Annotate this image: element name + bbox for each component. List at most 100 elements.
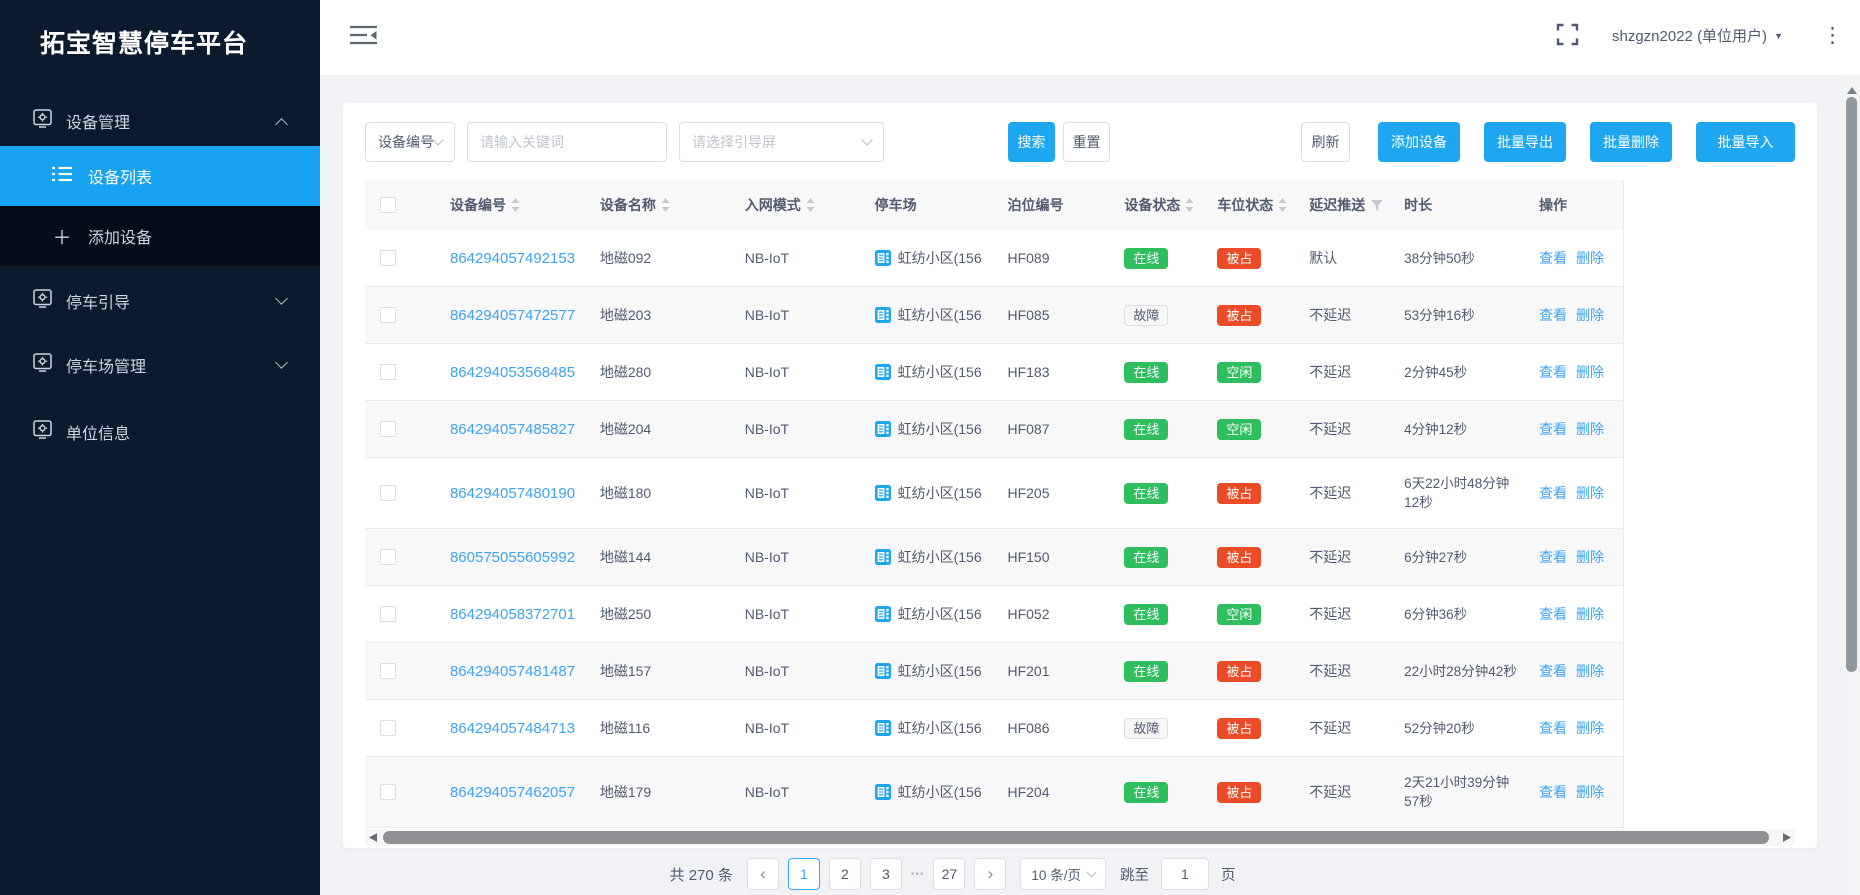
device-no-link[interactable]: 864294057481487: [450, 663, 575, 680]
sort-icon[interactable]: [511, 198, 520, 212]
pager-next-button[interactable]: ›: [974, 858, 1006, 890]
row-checkbox[interactable]: [380, 720, 396, 736]
row-checkbox[interactable]: [380, 485, 396, 501]
view-link[interactable]: 查看: [1539, 419, 1567, 439]
table-row: 860575055605992地磁144NB-IoT虹纺小区(156HF150在…: [365, 529, 1623, 586]
batch-export-button[interactable]: 批量导出: [1484, 122, 1566, 162]
sort-icon[interactable]: [1278, 198, 1287, 212]
parking-screen-icon: [875, 364, 891, 380]
device-no-link[interactable]: 864294053568485: [450, 364, 575, 381]
scroll-up-icon[interactable]: [1847, 82, 1857, 94]
sidebar-item-add-device[interactable]: ＋ 添加设备: [0, 206, 320, 266]
view-link[interactable]: 查看: [1539, 782, 1567, 802]
col-device-name[interactable]: 设备名称: [590, 195, 730, 215]
delete-link[interactable]: 删除: [1576, 782, 1604, 802]
add-device-button[interactable]: 添加设备: [1378, 122, 1460, 162]
user-menu[interactable]: shzgzn2022 (单位用户) ▼: [1612, 25, 1783, 46]
pager-page-button[interactable]: 1: [788, 858, 820, 890]
menu-fold-icon[interactable]: [350, 25, 377, 51]
delete-link[interactable]: 删除: [1576, 362, 1604, 382]
guidance-screen-select[interactable]: 请选择引导屏: [679, 122, 884, 162]
delete-link[interactable]: 删除: [1576, 604, 1604, 624]
jump-page-input[interactable]: [1161, 858, 1209, 890]
vertical-scrollbar[interactable]: [1843, 75, 1860, 895]
device-no-link[interactable]: 860575055605992: [450, 549, 575, 566]
col-spot-status[interactable]: 车位状态: [1204, 195, 1297, 215]
device-no-link[interactable]: 864294057485827: [450, 421, 575, 438]
row-checkbox[interactable]: [380, 421, 396, 437]
fullscreen-icon[interactable]: [1556, 23, 1579, 51]
duration-cell: 22小时28分钟42秒: [1392, 653, 1527, 690]
view-link[interactable]: 查看: [1539, 604, 1567, 624]
search-field-select[interactable]: 设备编号: [365, 122, 455, 162]
row-checkbox[interactable]: [380, 606, 396, 622]
parking-lot-cell: 虹纺小区(156: [860, 547, 995, 567]
view-link[interactable]: 查看: [1539, 362, 1567, 382]
sidebar-item-device-management[interactable]: 设备管理: [0, 96, 320, 146]
delete-link[interactable]: 删除: [1576, 248, 1604, 268]
reset-button[interactable]: 重置: [1063, 122, 1110, 162]
col-network-mode[interactable]: 入网模式: [730, 195, 860, 215]
scrollbar-thumb[interactable]: [1846, 97, 1857, 672]
col-device-no[interactable]: 设备编号: [435, 195, 590, 215]
delete-link[interactable]: 删除: [1576, 661, 1604, 681]
sort-icon[interactable]: [661, 198, 670, 212]
view-link[interactable]: 查看: [1539, 248, 1567, 268]
view-link[interactable]: 查看: [1539, 483, 1567, 503]
pager-page-button[interactable]: 3: [870, 858, 902, 890]
kebab-menu-icon[interactable]: ⋮: [1822, 20, 1843, 52]
parking-lot-name: 虹纺小区(156: [898, 782, 982, 802]
keyword-input[interactable]: [480, 134, 654, 150]
scrollbar-thumb[interactable]: [383, 831, 1769, 844]
col-delay-push[interactable]: 延迟推送: [1297, 195, 1392, 215]
select-all-checkbox[interactable]: [380, 197, 396, 213]
scroll-right-icon[interactable]: [1779, 829, 1795, 846]
refresh-button[interactable]: 刷新: [1301, 122, 1350, 162]
pager-page-button[interactable]: 2: [829, 858, 861, 890]
sidebar-item-unit-info[interactable]: 单位信息: [0, 407, 320, 457]
delete-link[interactable]: 删除: [1576, 305, 1604, 325]
delete-link[interactable]: 删除: [1576, 419, 1604, 439]
batch-delete-button[interactable]: 批量删除: [1590, 122, 1672, 162]
scroll-left-icon[interactable]: [365, 829, 381, 846]
view-link[interactable]: 查看: [1539, 718, 1567, 738]
row-checkbox[interactable]: [380, 549, 396, 565]
sort-icon[interactable]: [806, 198, 815, 212]
device-no-link[interactable]: 864294057472577: [450, 307, 575, 324]
view-link[interactable]: 查看: [1539, 661, 1567, 681]
parking-screen-icon: [875, 307, 891, 323]
row-checkbox[interactable]: [380, 364, 396, 380]
scrollbar-track[interactable]: [381, 829, 1779, 846]
view-link[interactable]: 查看: [1539, 305, 1567, 325]
delete-link[interactable]: 删除: [1576, 718, 1604, 738]
horizontal-scrollbar[interactable]: [365, 829, 1795, 846]
sidebar-item-parking-guidance[interactable]: 停车引导: [0, 276, 320, 326]
row-checkbox[interactable]: [380, 307, 396, 323]
duration-cell: 38分钟50秒: [1392, 240, 1527, 277]
view-link[interactable]: 查看: [1539, 547, 1567, 567]
device-no-link[interactable]: 864294057484713: [450, 720, 575, 737]
device-no-link[interactable]: 864294057480190: [450, 485, 575, 502]
page-size-select[interactable]: 10 条/页: [1020, 858, 1106, 890]
app-title: 拓宝智慧停车平台: [0, 0, 320, 60]
sidebar-item-device-list[interactable]: 设备列表: [0, 146, 320, 206]
device-no-link[interactable]: 864294057462057: [450, 784, 575, 801]
pager-prev-button[interactable]: ‹: [747, 858, 779, 890]
row-checkbox[interactable]: [380, 250, 396, 266]
batch-import-button[interactable]: 批量导入: [1696, 122, 1795, 162]
sidebar-item-parking-lot-management[interactable]: 停车场管理: [0, 340, 320, 390]
sort-icon[interactable]: [1185, 198, 1194, 212]
filter-funnel-icon[interactable]: [1371, 200, 1383, 211]
spot-status-cell: 被占: [1204, 248, 1297, 269]
device-no-link[interactable]: 864294058372701: [450, 606, 575, 623]
device-no-link[interactable]: 864294057492153: [450, 250, 575, 267]
delete-link[interactable]: 删除: [1576, 547, 1604, 567]
pager-page-button[interactable]: 27: [933, 858, 965, 890]
col-device-status[interactable]: 设备状态: [1109, 195, 1204, 215]
delete-link[interactable]: 删除: [1576, 483, 1604, 503]
row-checkbox[interactable]: [380, 784, 396, 800]
search-button[interactable]: 搜索: [1008, 122, 1055, 162]
parking-screen-icon: [875, 485, 891, 501]
parking-screen-icon: [875, 549, 891, 565]
row-checkbox[interactable]: [380, 663, 396, 679]
